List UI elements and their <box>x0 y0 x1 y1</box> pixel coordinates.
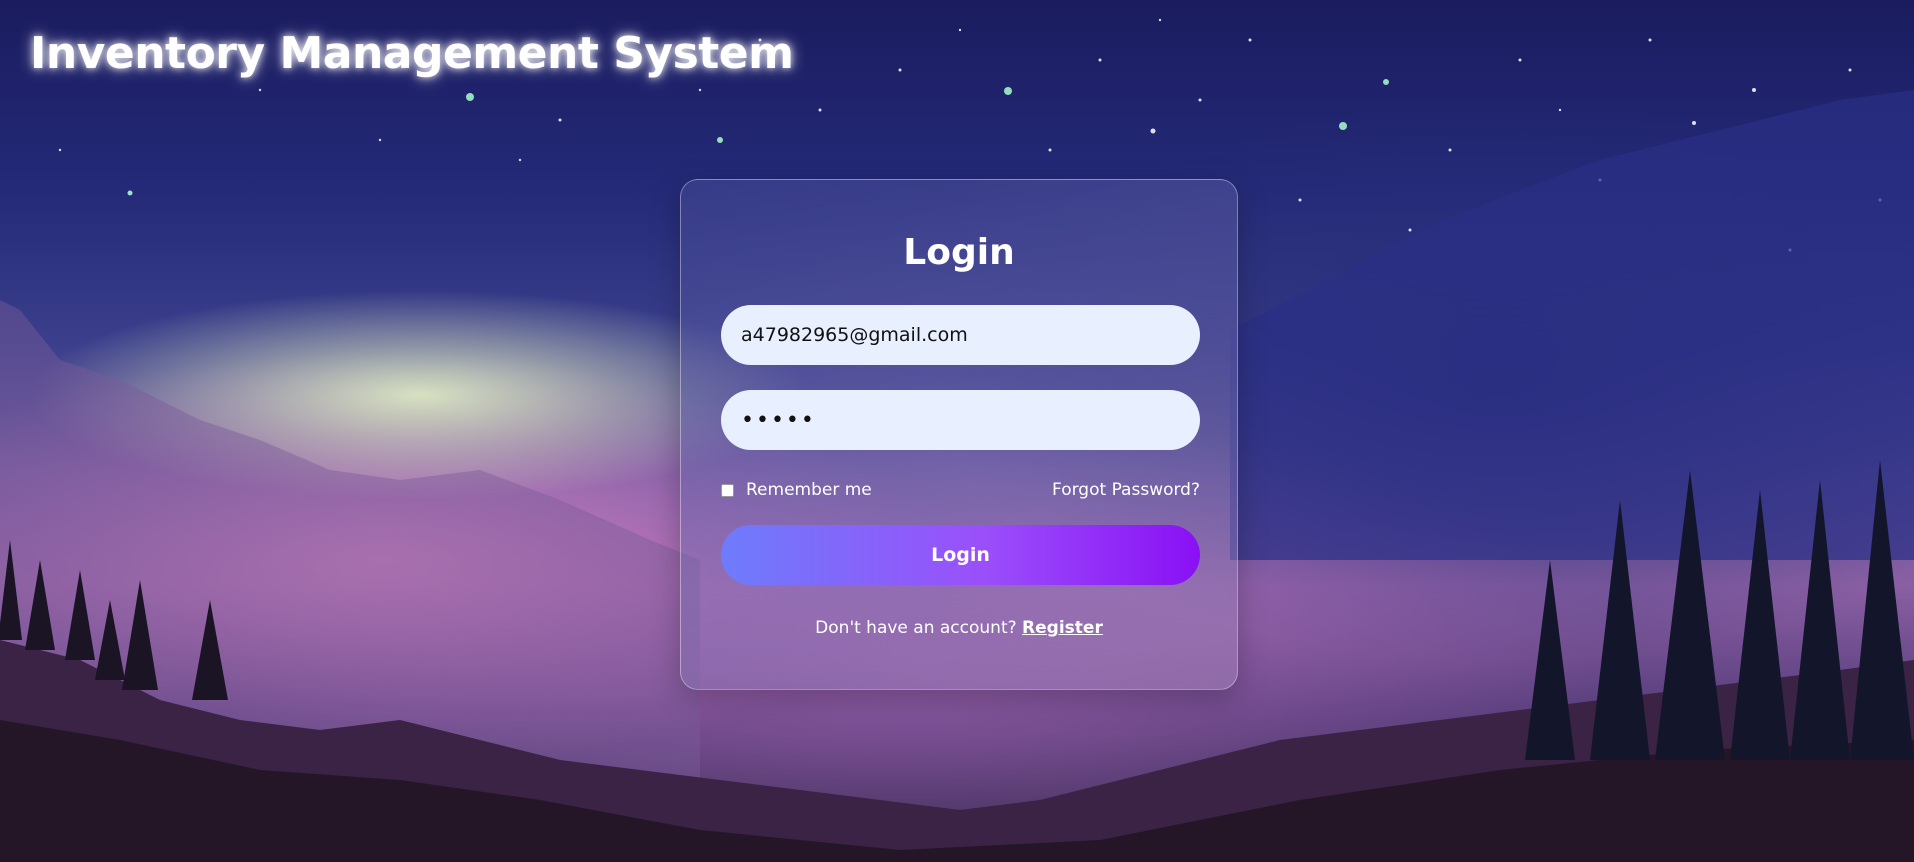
remember-me-checkbox[interactable] <box>721 483 734 497</box>
login-options-row: Remember me Forgot Password? <box>721 478 1200 502</box>
login-card: Login Remember me Forgot Password? Login… <box>680 179 1238 690</box>
remember-me-label: Remember me <box>746 480 872 500</box>
app-title: Inventory Management System <box>30 28 794 79</box>
login-button[interactable]: Login <box>721 525 1200 585</box>
no-account-text: Don't have an account? <box>815 618 1023 638</box>
email-input[interactable] <box>721 305 1200 365</box>
register-prompt: Don't have an account? Register <box>681 618 1237 638</box>
login-heading: Login <box>903 232 1015 273</box>
register-link[interactable]: Register <box>1022 618 1103 638</box>
forgot-password-link[interactable]: Forgot Password? <box>1052 480 1200 500</box>
remember-me[interactable]: Remember me <box>721 480 872 500</box>
password-input[interactable] <box>721 390 1200 450</box>
